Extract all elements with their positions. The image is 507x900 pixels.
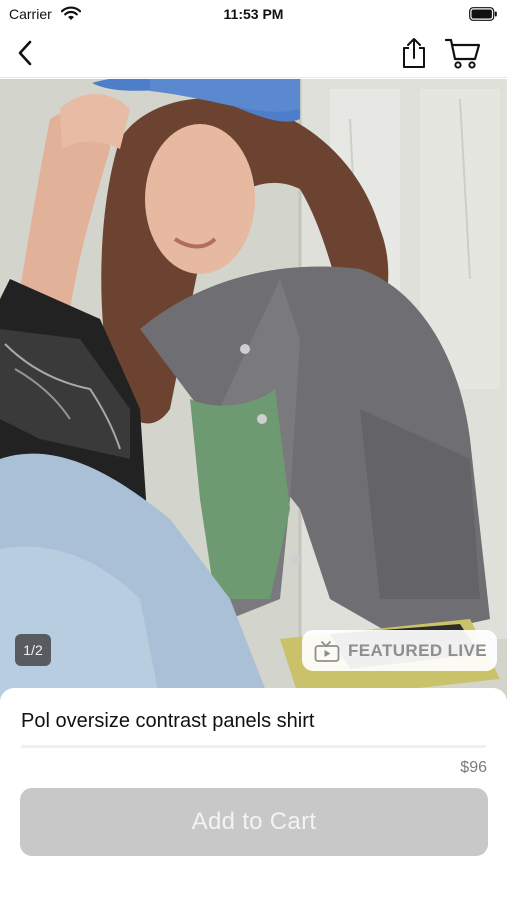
share-button[interactable] [399, 36, 429, 70]
product-info-sheet: Pol oversize contrast panels shirt $96 A… [0, 688, 507, 900]
cart-button[interactable] [444, 36, 482, 70]
product-image[interactable] [0, 79, 507, 701]
product-price: $96 [460, 759, 487, 776]
image-counter: 1/2 [15, 634, 51, 666]
featured-live-label: FEATURED LIVE [348, 640, 488, 660]
chevron-left-icon [18, 40, 32, 66]
product-title: Pol oversize contrast panels shirt [21, 710, 315, 732]
cart-icon [445, 38, 481, 69]
share-icon [403, 38, 425, 68]
status-time: 11:53 PM [223, 6, 284, 22]
add-to-cart-button[interactable]: Add to Cart [20, 788, 488, 856]
nav-bar [0, 28, 507, 78]
tv-play-icon [314, 640, 340, 662]
divider [21, 745, 486, 748]
status-bar: Carrier 11:53 PM [0, 0, 507, 28]
battery-icon [469, 7, 497, 26]
featured-live-badge[interactable]: FEATURED LIVE [302, 630, 497, 671]
back-button[interactable] [10, 38, 40, 68]
